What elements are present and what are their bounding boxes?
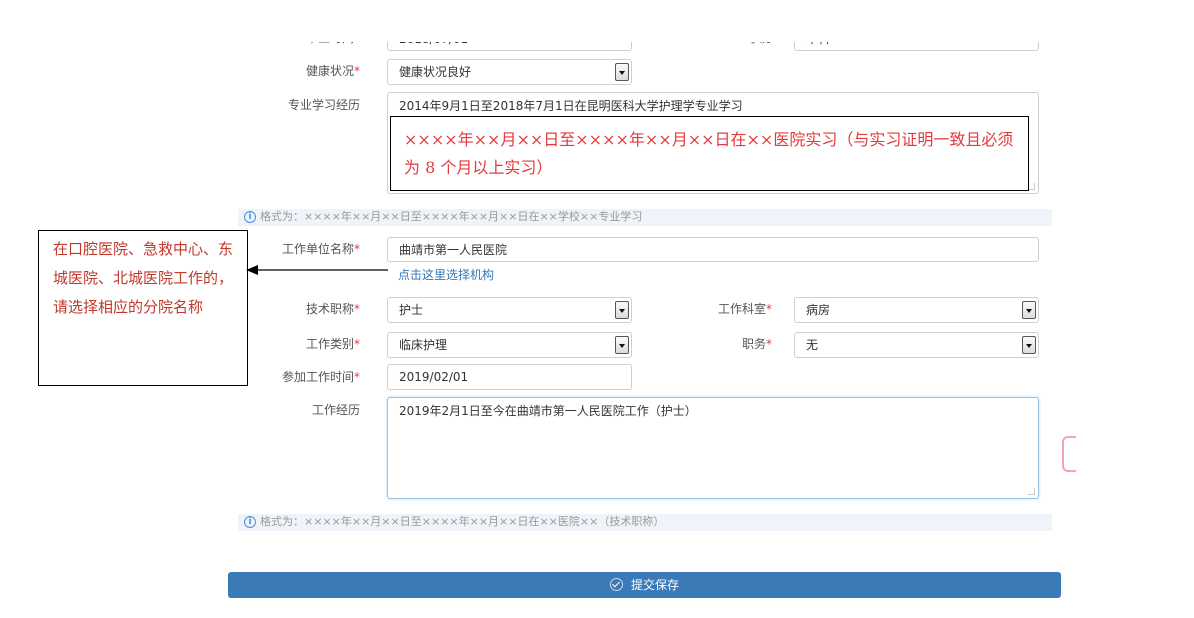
experience-hint-bar: i 格式为：××××年××月××日至××××年××月××日在××医院××（技术职… <box>238 514 1052 531</box>
info-circle-icon: i <box>244 211 256 223</box>
study-text: 2014年9月1日至2018年7月1日在昆明医科大学护理学专业学习 <box>399 99 743 113</box>
check-circle-icon <box>609 578 623 591</box>
select-institution-link[interactable]: 点击这里选择机构 <box>398 266 598 284</box>
department-select[interactable]: 病房 <box>794 297 1039 323</box>
experience-text: 2019年2月1日至今在曲靖市第一人民医院工作（护士） <box>399 404 697 418</box>
work-type-label: 工作类别* <box>305 337 360 351</box>
cropped-top-overlay <box>0 0 1194 42</box>
floating-side-widget[interactable] <box>1062 436 1076 472</box>
work-type-select[interactable]: 临床护理 <box>387 332 632 358</box>
start-date-label: 参加工作时间* <box>281 370 360 384</box>
experience-textarea[interactable]: 2019年2月1日至今在曲靖市第一人民医院工作（护士） <box>387 397 1039 499</box>
health-label: 健康状况* <box>305 64 360 78</box>
title-select[interactable]: 护士 <box>387 297 632 323</box>
study-format-callout: ××××年××月××日至××××年××月××日在××医院实习（与实习证明一致且必… <box>390 116 1029 191</box>
title-label: 技术职称* <box>305 302 360 316</box>
work-unit-input[interactable]: 曲靖市第一人民医院 <box>387 237 1039 262</box>
start-date-input[interactable]: 2019/02/01 <box>387 364 632 390</box>
experience-label: 工作经历 <box>311 403 360 417</box>
chevron-down-icon[interactable] <box>1022 301 1036 319</box>
study-hint-bar: i 格式为：××××年××月××日至××××年××月××日在××学校××专业学习 <box>238 209 1052 226</box>
resize-handle-icon[interactable] <box>1028 183 1035 190</box>
chevron-down-icon[interactable] <box>615 301 629 319</box>
resize-handle-icon[interactable] <box>1028 488 1035 495</box>
position-label: 职务* <box>741 337 772 351</box>
chevron-down-icon[interactable] <box>615 336 629 354</box>
department-label: 工作科室* <box>717 302 772 316</box>
position-select[interactable]: 无 <box>794 332 1039 358</box>
annotation-arrow <box>246 265 388 275</box>
submit-save-button[interactable]: 提交保存 <box>228 572 1061 598</box>
chevron-down-icon[interactable] <box>615 63 629 81</box>
branch-selection-note: 在口腔医院、急救中心、东城医院、北城医院工作的，请选择相应的分院名称 <box>38 230 248 386</box>
chevron-down-icon[interactable] <box>1022 336 1036 354</box>
work-unit-label: 工作单位名称* <box>281 242 360 256</box>
study-label: 专业学习经历 <box>287 98 360 112</box>
health-select[interactable]: 健康状况良好 <box>387 59 632 85</box>
info-circle-icon: i <box>244 516 256 528</box>
